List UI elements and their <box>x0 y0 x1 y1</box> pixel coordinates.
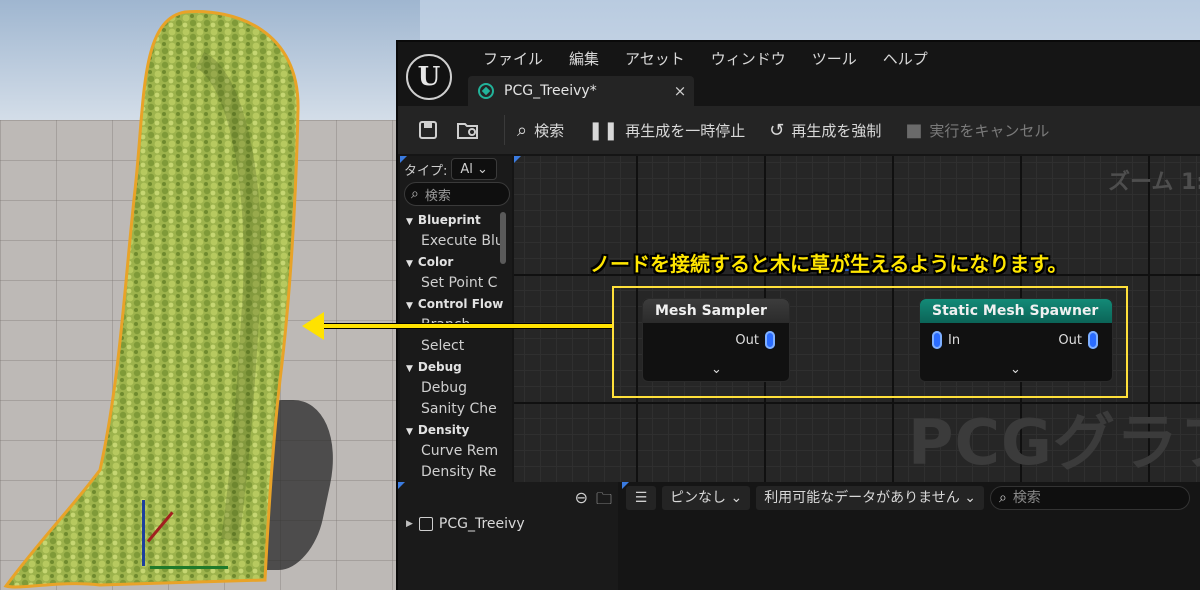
palette-category[interactable]: ▼ Color <box>400 252 504 273</box>
palette-item[interactable]: Sanity Che <box>400 399 504 420</box>
palette-category[interactable]: ▼ Debug <box>400 357 504 378</box>
toolbar: ⌕ 検索 ❚❚ 再生成を一時停止 ↺ 再生成を強制 ■ 実行をキャンセル <box>398 106 1200 154</box>
menu-asset[interactable]: アセット <box>612 46 698 72</box>
palette-type-filter: タイプ: Al ⌄ <box>404 158 497 180</box>
annotation-highlight-box <box>612 286 1128 398</box>
palette-item[interactable]: Density Re <box>400 462 504 482</box>
tree-item-pcg-treeivy[interactable]: ▶ PCG_Treeivy <box>406 516 525 532</box>
filter-icon[interactable]: ☰ <box>626 486 656 510</box>
attribute-search-input[interactable]: ⌕ 検索 <box>989 486 1190 510</box>
close-icon[interactable]: × <box>666 82 694 100</box>
attribute-toolbar: ☰ ピンなし ⌄ 利用可能なデータがありません ⌄ ⌕ 検索 <box>626 486 1190 510</box>
gizmo-axis-x <box>150 566 228 569</box>
menu-file[interactable]: ファイル <box>470 46 556 72</box>
gizmo-axis-z <box>142 500 145 566</box>
search-icon: ⌕ <box>411 186 419 202</box>
back-arrow-icon[interactable]: ⊖ <box>575 488 588 515</box>
zoom-level-label: ズーム 1: <box>1108 170 1200 195</box>
graph-outline-panel: ⊖ 🗀 ▶ PCG_Treeivy <box>398 482 618 590</box>
find-icon: ⌕ <box>517 119 528 141</box>
unreal-logo-icon[interactable]: U <box>406 54 452 100</box>
data-filter-dropdown[interactable]: 利用可能なデータがありません ⌄ <box>756 486 984 510</box>
annotation-callout: ノードを接続すると木に草が生えるようになります。 <box>590 252 1068 276</box>
type-dropdown[interactable]: Al ⌄ <box>451 158 497 180</box>
collapse-arrow-icon[interactable]: ▼ <box>406 259 413 269</box>
outline-tools: ⊖ 🗀 <box>575 488 612 515</box>
attribute-list-panel: ☰ ピンなし ⌄ 利用可能なデータがありません ⌄ ⌕ 検索 <box>622 482 1200 590</box>
browse-folder-icon[interactable] <box>448 110 488 150</box>
node-palette: タイプ: Al ⌄ ⌕ 検索 ▼ Blueprint Execute Blu ▼ Col… <box>400 156 512 482</box>
annotation-arrow-head <box>302 312 324 340</box>
pcg-graph-asset-icon <box>478 83 494 99</box>
menu-tools[interactable]: ツール <box>799 46 870 72</box>
palette-category[interactable]: ▼ Blueprint <box>400 210 504 231</box>
graph-type-watermark: PCGグラフ <box>908 406 1200 479</box>
stop-icon: ■ <box>905 119 923 141</box>
main-menu: ファイル 編集 アセット ウィンドウ ツール ヘルプ <box>470 46 941 72</box>
asset-icon <box>418 517 433 531</box>
tab-label: PCG_Treeivy* <box>504 83 597 99</box>
collapse-arrow-icon[interactable]: ▼ <box>406 427 413 437</box>
pause-icon: ❚❚ <box>588 119 619 141</box>
panel-corner-marker <box>398 482 405 489</box>
search-button[interactable]: ⌕ 検索 <box>517 120 564 141</box>
search-icon: ⌕ <box>998 490 1007 506</box>
save-icon[interactable] <box>408 110 448 150</box>
palette-category[interactable]: ▼ Density <box>400 420 504 441</box>
palette-search-input[interactable]: ⌕ 検索 <box>404 182 510 206</box>
palette-item[interactable]: Debug <box>400 378 504 399</box>
palette-scrollbar[interactable] <box>500 212 506 264</box>
menu-window[interactable]: ウィンドウ <box>698 46 799 72</box>
expand-arrow-icon[interactable]: ▶ <box>406 519 413 529</box>
tab-pcg-treeivy[interactable]: PCG_Treeivy* × <box>468 76 694 106</box>
panel-corner-marker <box>514 156 521 163</box>
toolbar-separator <box>504 115 505 145</box>
pause-regeneration-button[interactable]: ❚❚ 再生成を一時停止 <box>588 120 745 141</box>
pin-filter-dropdown[interactable]: ピンなし ⌄ <box>662 486 751 510</box>
collapse-arrow-icon[interactable]: ▼ <box>406 217 413 227</box>
palette-item[interactable]: Set Point C <box>400 273 504 294</box>
menu-edit[interactable]: 編集 <box>556 46 612 72</box>
collapse-arrow-icon[interactable]: ▼ <box>406 364 413 374</box>
palette-node-list: ▼ Blueprint Execute Blu ▼ Color Set Point C ▼ C… <box>400 210 504 482</box>
palette-item[interactable]: Select <box>400 336 504 357</box>
menu-help[interactable]: ヘルプ <box>870 46 941 72</box>
force-regeneration-button[interactable]: ↺ 再生成を強制 <box>769 120 881 141</box>
annotation-arrow-shaft <box>322 323 612 329</box>
refresh-icon: ↺ <box>769 119 785 141</box>
menu-bar: U ファイル 編集 アセット ウィンドウ ツール ヘルプ PCG_Treeivy… <box>398 42 1200 106</box>
collapse-arrow-icon[interactable]: ▼ <box>406 301 413 311</box>
palette-item[interactable]: Curve Rem <box>400 441 504 462</box>
ivy-covered-tree-mesh[interactable] <box>0 0 320 590</box>
cancel-execution-button[interactable]: ■ 実行をキャンセル <box>905 120 1049 141</box>
browse-folder-icon[interactable]: 🗀 <box>596 488 612 515</box>
palette-category[interactable]: ▼ Control Flow <box>400 294 504 315</box>
palette-item[interactable]: Execute Blu <box>400 231 504 252</box>
